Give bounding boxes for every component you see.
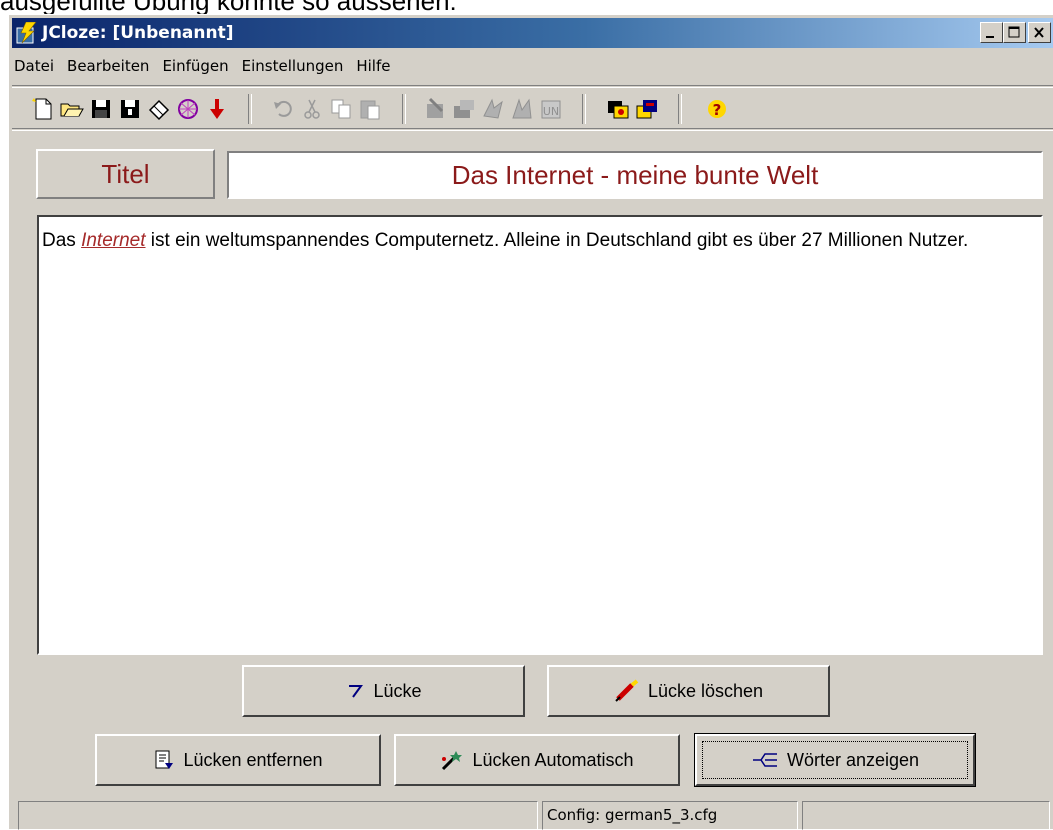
- gap-button[interactable]: Lücke: [242, 665, 525, 717]
- remove-gaps-button[interactable]: Lücken entfernen: [95, 734, 381, 786]
- editor-text-after: ist ein weltumspannendes Computernetz. A…: [145, 230, 969, 251]
- status-config: Config: german5_3.cfg: [542, 801, 798, 830]
- title-bar[interactable]: JCloze: [Unbenannt]: [12, 18, 1053, 48]
- web-export-icon[interactable]: [175, 96, 201, 122]
- close-button[interactable]: [1028, 22, 1051, 43]
- status-panel-1: [18, 801, 538, 830]
- tool-icon-7[interactable]: [634, 96, 660, 122]
- minimize-icon: [986, 36, 994, 38]
- editor-text-before: Das: [42, 230, 82, 251]
- new-file-icon[interactable]: [30, 96, 56, 122]
- save-as-icon[interactable]: [117, 96, 143, 122]
- arrow-down-icon[interactable]: [204, 96, 230, 122]
- tool-icon-4[interactable]: [509, 96, 535, 122]
- copy-icon[interactable]: [328, 96, 354, 122]
- gap-button-label: Lücke: [373, 680, 422, 701]
- magic-wand-icon: [442, 751, 463, 771]
- eraser-pen-icon: [615, 679, 639, 702]
- document-remove-icon: [155, 750, 174, 769]
- paste-icon[interactable]: [357, 96, 383, 122]
- title-input[interactable]: Das Internet - meine bunte Welt: [227, 151, 1043, 199]
- svg-text:UN: UN: [543, 105, 559, 118]
- show-words-button[interactable]: Wörter anzeigen: [694, 733, 976, 787]
- maximize-icon: [1008, 26, 1020, 38]
- menu-bar: Datei Bearbeiten Einfügen Einstellungen …: [12, 52, 1053, 80]
- svg-text:?: ?: [713, 101, 722, 119]
- auto-gaps-button[interactable]: Lücken Automatisch: [394, 734, 680, 786]
- app-icon: [16, 22, 37, 44]
- delete-gap-button-label: Lücke löschen: [647, 680, 764, 701]
- gap-word[interactable]: Internet: [81, 230, 145, 251]
- remove-gaps-button-label: Lücken entfernen: [183, 749, 323, 770]
- close-icon: [1034, 27, 1044, 38]
- menu-hilfe[interactable]: Hilfe: [356, 57, 399, 75]
- menu-einstellungen[interactable]: Einstellungen: [242, 57, 353, 75]
- minimize-button[interactable]: [980, 22, 1003, 43]
- save-icon[interactable]: [88, 96, 114, 122]
- tool-icon-3[interactable]: [480, 96, 506, 122]
- tool-icon-6[interactable]: [605, 96, 631, 122]
- help-icon[interactable]: ?: [704, 96, 730, 122]
- tool-icon-5[interactable]: UN: [538, 96, 564, 122]
- cut-icon[interactable]: [299, 96, 325, 122]
- auto-gaps-button-label: Lücken Automatisch: [472, 749, 634, 770]
- eraser-icon[interactable]: [146, 96, 172, 122]
- menu-einfuegen[interactable]: Einfügen: [162, 57, 237, 75]
- undo-icon[interactable]: [270, 96, 296, 122]
- delete-gap-button[interactable]: Lücke löschen: [547, 665, 830, 717]
- tool-icon-2[interactable]: [451, 96, 477, 122]
- menu-datei[interactable]: Datei: [14, 57, 63, 75]
- gap-icon: [349, 685, 364, 698]
- open-folder-icon[interactable]: [59, 96, 85, 122]
- toolbar: UN ?: [12, 85, 1053, 131]
- jcloze-window: JCloze: [Unbenannt] Datei Bearbeiten Ein…: [8, 14, 1053, 830]
- title-label: Titel: [36, 149, 215, 199]
- maximize-button[interactable]: [1003, 22, 1026, 43]
- window-title: JCloze: [Unbenannt]: [42, 23, 234, 43]
- menu-bearbeiten[interactable]: Bearbeiten: [67, 57, 158, 75]
- status-bar: Config: german5_3.cfg: [12, 799, 1053, 830]
- status-panel-3: [802, 801, 1050, 830]
- exercise-text-editor[interactable]: Das Internet ist ein weltumspannendes Co…: [37, 215, 1043, 655]
- tool-icon-1[interactable]: [422, 96, 448, 122]
